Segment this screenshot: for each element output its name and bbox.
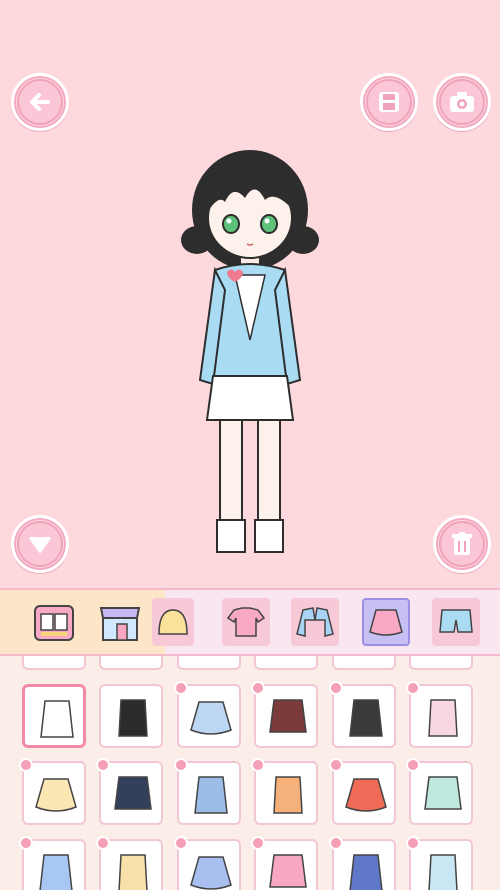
item-tile-partial[interactable] [22, 656, 86, 670]
category-wardrobe[interactable] [30, 598, 78, 646]
jacket-icon [296, 607, 334, 637]
item-tile[interactable] [251, 836, 318, 890]
autumn-leaf-skirt-icon [273, 776, 303, 814]
trash-icon [452, 532, 472, 555]
item-tile-partial[interactable] [254, 656, 318, 670]
navy-peach-top-icon [114, 776, 152, 810]
item-tile[interactable] [96, 758, 163, 825]
item-tile[interactable] [174, 681, 241, 748]
category-shorts[interactable] [432, 598, 480, 646]
item-tile[interactable] [22, 684, 86, 748]
category-jacket[interactable] [291, 598, 339, 646]
back-arrow-icon [30, 93, 50, 111]
black-pencil-skirt-icon [118, 699, 148, 737]
item-tile[interactable] [406, 758, 473, 825]
trash-button[interactable] [433, 515, 491, 573]
item-tile[interactable] [329, 836, 396, 890]
shorts-icon [439, 609, 473, 633]
character-figure [181, 150, 319, 553]
shop-icon [99, 607, 141, 641]
blue-gradient-skirt-icon [190, 701, 232, 735]
yellow-lace-skirt-icon [35, 778, 77, 812]
mint-wrap-skirt-icon [424, 776, 462, 810]
item-tile[interactable] [99, 684, 163, 748]
blue-long-skirt-icon [194, 776, 228, 814]
plain-white-skirt-icon [40, 700, 74, 738]
category-shop[interactable] [96, 598, 144, 646]
item-tile-partial[interactable] [99, 656, 163, 670]
item-tile[interactable] [19, 758, 86, 825]
blue-flower-skirt-icon [39, 854, 73, 890]
save-button[interactable] [360, 73, 418, 131]
camera-icon [450, 92, 474, 112]
item-tile[interactable] [96, 836, 163, 890]
category-top[interactable] [222, 598, 270, 646]
item-tile[interactable] [174, 758, 241, 825]
red-ruffle-skirt-icon [345, 778, 387, 812]
item-tile[interactable] [174, 836, 241, 890]
camera-button[interactable] [433, 73, 491, 131]
item-tile[interactable] [329, 758, 396, 825]
category-hair[interactable] [152, 598, 194, 646]
category-skirt[interactable] [362, 598, 410, 646]
item-tile[interactable] [251, 681, 318, 748]
wave-pattern-skirt-icon [190, 856, 232, 890]
pastel-layer-skirt-icon [428, 854, 458, 890]
wardrobe-icon [34, 605, 74, 641]
item-tile[interactable] [406, 836, 473, 890]
black-chain-skirt-icon [349, 699, 383, 737]
item-tile[interactable] [251, 758, 318, 825]
item-tile-partial[interactable] [332, 656, 396, 670]
back-button[interactable] [11, 73, 69, 131]
dressup-stage [0, 0, 500, 588]
item-tile[interactable] [329, 681, 396, 748]
blue-belt-skirt-icon [349, 854, 383, 890]
save-icon [379, 92, 399, 112]
yellow-wave-skirt-icon [118, 854, 148, 890]
item-tile[interactable] [19, 836, 86, 890]
pink-tulle-skirt-icon [428, 699, 458, 737]
collapse-button[interactable] [11, 515, 69, 573]
chevron-down-icon [29, 537, 51, 553]
top-icon [226, 607, 266, 637]
skirt-icon [369, 609, 403, 636]
item-grid [0, 656, 500, 890]
pink-long-skirt-icon [269, 854, 307, 888]
plaid-tied-skirt-icon [269, 699, 307, 733]
item-tile-partial[interactable] [409, 656, 473, 670]
item-tile[interactable] [406, 681, 473, 748]
item-tile-partial[interactable] [177, 656, 241, 670]
category-bar [0, 588, 500, 656]
hair-icon [158, 609, 188, 635]
